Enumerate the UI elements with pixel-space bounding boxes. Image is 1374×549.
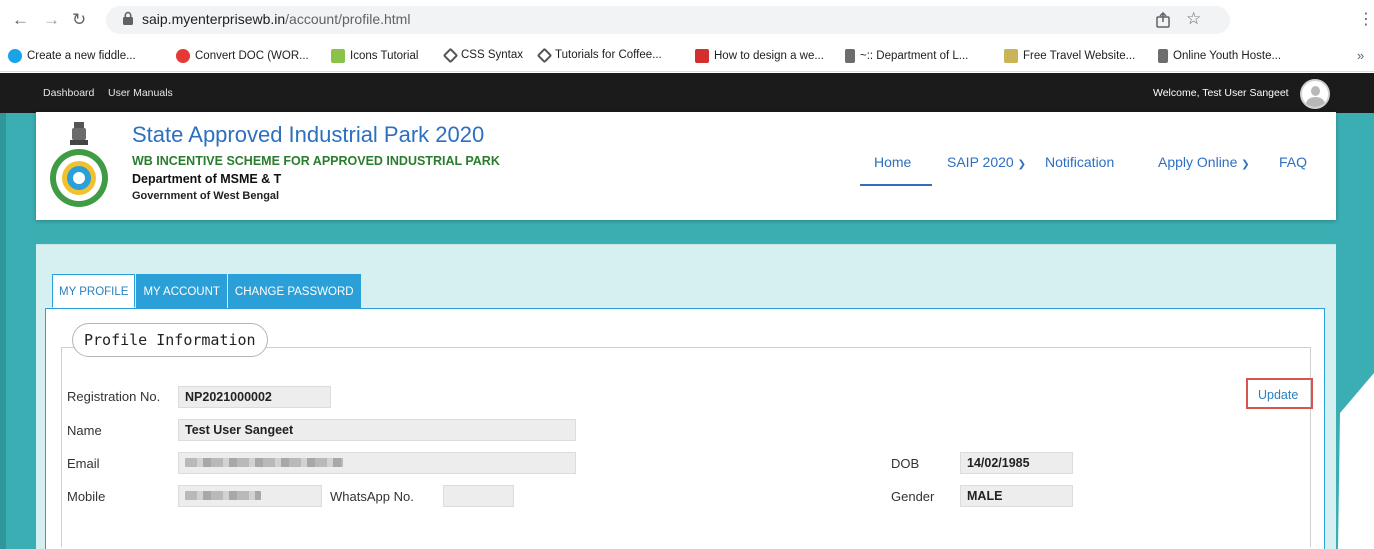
whatsapp-label: WhatsApp No. <box>330 489 414 504</box>
chevron-down-icon: ❯ <box>1241 159 1250 170</box>
dob-value: 14/02/1985 <box>960 452 1073 474</box>
tab-my-profile[interactable]: MY PROFILE <box>52 274 136 308</box>
nav-home[interactable]: Home <box>874 154 911 170</box>
bookmark-star-icon[interactable]: ☆ <box>1186 9 1201 29</box>
bookmark-favicon-icon <box>536 47 553 63</box>
welcome-text: Welcome, Test User Sangeet <box>1153 87 1289 99</box>
site-title: State Approved Industrial Park 2020 <box>132 122 485 147</box>
url-host: saip.myenterprisewb.in <box>142 11 286 27</box>
nav-active-underline <box>860 184 932 186</box>
bookmark-item[interactable]: Convert DOC (WOR... <box>176 49 309 63</box>
bookmark-item[interactable]: How to design a we... <box>695 49 824 63</box>
state-emblem-icon <box>50 122 108 207</box>
bookmark-label: Convert DOC (WOR... <box>195 50 309 62</box>
bookmark-item[interactable]: ~:: Department of L... <box>845 49 968 63</box>
more-bookmarks-icon[interactable]: » <box>1357 48 1364 63</box>
site-subtitle: WB INCENTIVE SCHEME FOR APPROVED INDUSTR… <box>132 154 500 168</box>
dob-label: DOB <box>891 456 920 471</box>
registration-value: NP2021000002 <box>178 386 331 408</box>
profile-legend: Profile Information <box>72 323 268 357</box>
bookmark-item[interactable]: Tutorials for Coffee... <box>536 47 662 63</box>
bookmark-favicon-icon <box>845 49 855 63</box>
background-shade <box>0 73 6 549</box>
bookmarks-bar: Create a new fiddle... Convert DOC (WOR.… <box>0 40 1374 72</box>
bookmark-label: Free Travel Website... <box>1023 50 1136 62</box>
bookmark-item[interactable]: CSS Syntax <box>442 47 523 63</box>
bookmark-item[interactable]: Free Travel Website... <box>1004 49 1135 63</box>
bookmark-label: CSS Syntax <box>461 49 523 61</box>
gender-value: MALE <box>960 485 1073 507</box>
whatsapp-value <box>443 485 514 507</box>
update-button[interactable]: Update <box>1258 388 1298 402</box>
avatar-body <box>1306 97 1325 107</box>
nav-saip-2020[interactable]: SAIP 2020 ❯ <box>947 154 1026 170</box>
mobile-value <box>178 485 322 507</box>
profile-tabs: MY PROFILE MY ACCOUNT CHANGE PASSWORD <box>52 274 362 308</box>
bookmark-favicon-icon <box>331 49 345 63</box>
bookmark-favicon-icon <box>176 49 190 63</box>
gender-label: Gender <box>891 489 935 504</box>
bookmark-label: Create a new fiddle... <box>27 50 136 62</box>
bookmark-label: Online Youth Hoste... <box>1173 50 1282 62</box>
background-wedge <box>1338 373 1374 549</box>
bookmark-favicon-icon <box>1158 49 1168 63</box>
bookmark-label: Tutorials for Coffee... <box>555 49 662 61</box>
lock-icon[interactable] <box>122 11 134 25</box>
registration-label: Registration No. <box>67 389 161 404</box>
browser-toolbar: ← → ↻ saip.myenterprisewb.in/account/pro… <box>0 0 1374 40</box>
nav-saip-2020-label: SAIP 2020 <box>947 154 1014 170</box>
user-manuals-link[interactable]: User Manuals <box>108 87 173 99</box>
redacted-mobile <box>185 491 261 500</box>
nav-notification[interactable]: Notification <box>1045 154 1114 170</box>
bookmark-favicon-icon <box>695 49 709 63</box>
name-label: Name <box>67 423 102 438</box>
tab-content: Profile Information Registration No. NP2… <box>45 308 1325 549</box>
bookmark-favicon-icon <box>8 49 22 63</box>
bookmark-label: ~:: Department of L... <box>860 50 969 62</box>
mobile-label: Mobile <box>67 489 106 504</box>
tab-change-password[interactable]: CHANGE PASSWORD <box>227 274 361 308</box>
dashboard-link[interactable]: Dashboard <box>43 87 94 99</box>
nav-faq[interactable]: FAQ <box>1279 154 1307 170</box>
content-panel: MY PROFILE MY ACCOUNT CHANGE PASSWORD Pr… <box>36 244 1336 549</box>
bookmark-label: How to design a we... <box>714 50 824 62</box>
url-path: /account/profile.html <box>285 11 411 27</box>
bookmark-item[interactable]: Create a new fiddle... <box>8 49 136 63</box>
nav-apply-online[interactable]: Apply Online ❯ <box>1158 154 1250 170</box>
chevron-down-icon: ❯ <box>1017 159 1026 170</box>
bookmark-item[interactable]: Icons Tutorial <box>331 49 418 63</box>
share-icon[interactable] <box>1155 12 1171 28</box>
forward-arrow-icon[interactable]: → <box>43 10 60 30</box>
avatar-head <box>1311 86 1320 96</box>
url-text[interactable]: saip.myenterprisewb.in/account/profile.h… <box>142 11 410 27</box>
redacted-email <box>185 458 343 467</box>
bookmark-label: Icons Tutorial <box>350 50 419 62</box>
email-label: Email <box>67 456 100 471</box>
site-viewport: Dashboard User Manuals Welcome, Test Use… <box>0 73 1374 549</box>
bookmark-favicon-icon <box>442 47 459 63</box>
site-header: State Approved Industrial Park 2020 WB I… <box>36 112 1336 220</box>
browser-menu-icon[interactable]: ⋮ <box>1358 9 1374 29</box>
tab-my-account[interactable]: MY ACCOUNT <box>136 274 227 308</box>
name-value: Test User Sangeet <box>178 419 576 441</box>
bookmark-item[interactable]: Online Youth Hoste... <box>1158 49 1281 63</box>
email-value <box>178 452 576 474</box>
nav-apply-online-label: Apply Online <box>1158 154 1238 170</box>
government-name: Government of West Bengal <box>132 190 280 202</box>
profile-fieldset <box>61 347 1311 547</box>
top-bar: Dashboard User Manuals Welcome, Test Use… <box>0 73 1374 113</box>
department-name: Department of MSME & T <box>132 172 282 186</box>
bookmark-favicon-icon <box>1004 49 1018 63</box>
reload-icon[interactable]: ↻ <box>72 10 86 30</box>
avatar[interactable] <box>1300 79 1330 109</box>
back-arrow-icon[interactable]: ← <box>12 10 29 30</box>
